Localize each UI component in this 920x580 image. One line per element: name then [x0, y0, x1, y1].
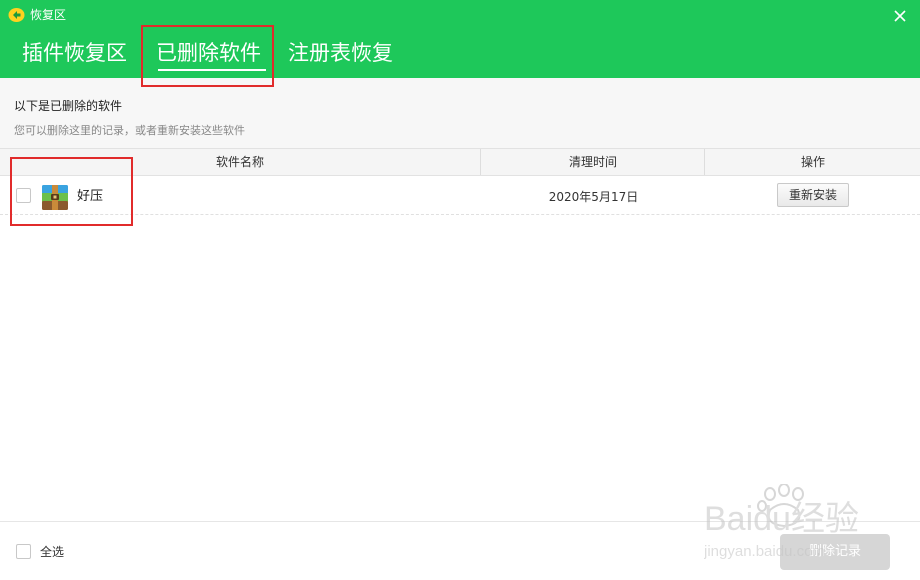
tab-bar: 插件恢复区 已删除软件 注册表恢复: [0, 30, 920, 78]
table-header: 软件名称 清理时间 操作: [0, 149, 920, 176]
header-bar: 恢复区 插件恢复区 已删除软件 注册表恢复: [0, 0, 920, 78]
column-header-time: 清理时间: [482, 149, 705, 175]
intro-title: 以下是已删除的软件: [14, 99, 123, 113]
baidu-jingyan-watermark: Baidu经验 jingyan.baidu.com: [704, 484, 859, 560]
tab-plugin-recovery[interactable]: 插件恢复区: [22, 39, 127, 67]
intro-subtitle: 您可以删除这里的记录，或者重新安装这些软件: [14, 124, 245, 137]
reinstall-button[interactable]: 重新安装: [777, 183, 849, 207]
watermark-url: jingyan.baidu.com: [704, 543, 825, 560]
window-title: 恢复区: [30, 8, 67, 22]
close-icon[interactable]: [890, 6, 910, 26]
recovery-app-icon: [8, 8, 25, 22]
cleanup-date: 2020年5月17日: [548, 190, 639, 204]
watermark-brand: Baidu经验: [704, 500, 859, 538]
intro-panel: 以下是已删除的软件 您可以删除这里的记录，或者重新安装这些软件: [0, 78, 920, 149]
annotation-box-row: [10, 157, 133, 226]
table-row: 好压 2020年5月17日 重新安装: [0, 177, 920, 215]
column-header-action: 操作: [800, 155, 825, 169]
annotation-box-tab: [141, 25, 274, 87]
select-all-label: 全选: [40, 545, 65, 559]
tab-registry-recovery[interactable]: 注册表恢复: [288, 39, 393, 67]
select-all-checkbox[interactable]: [16, 544, 31, 559]
title-bar: 恢复区: [0, 0, 920, 30]
